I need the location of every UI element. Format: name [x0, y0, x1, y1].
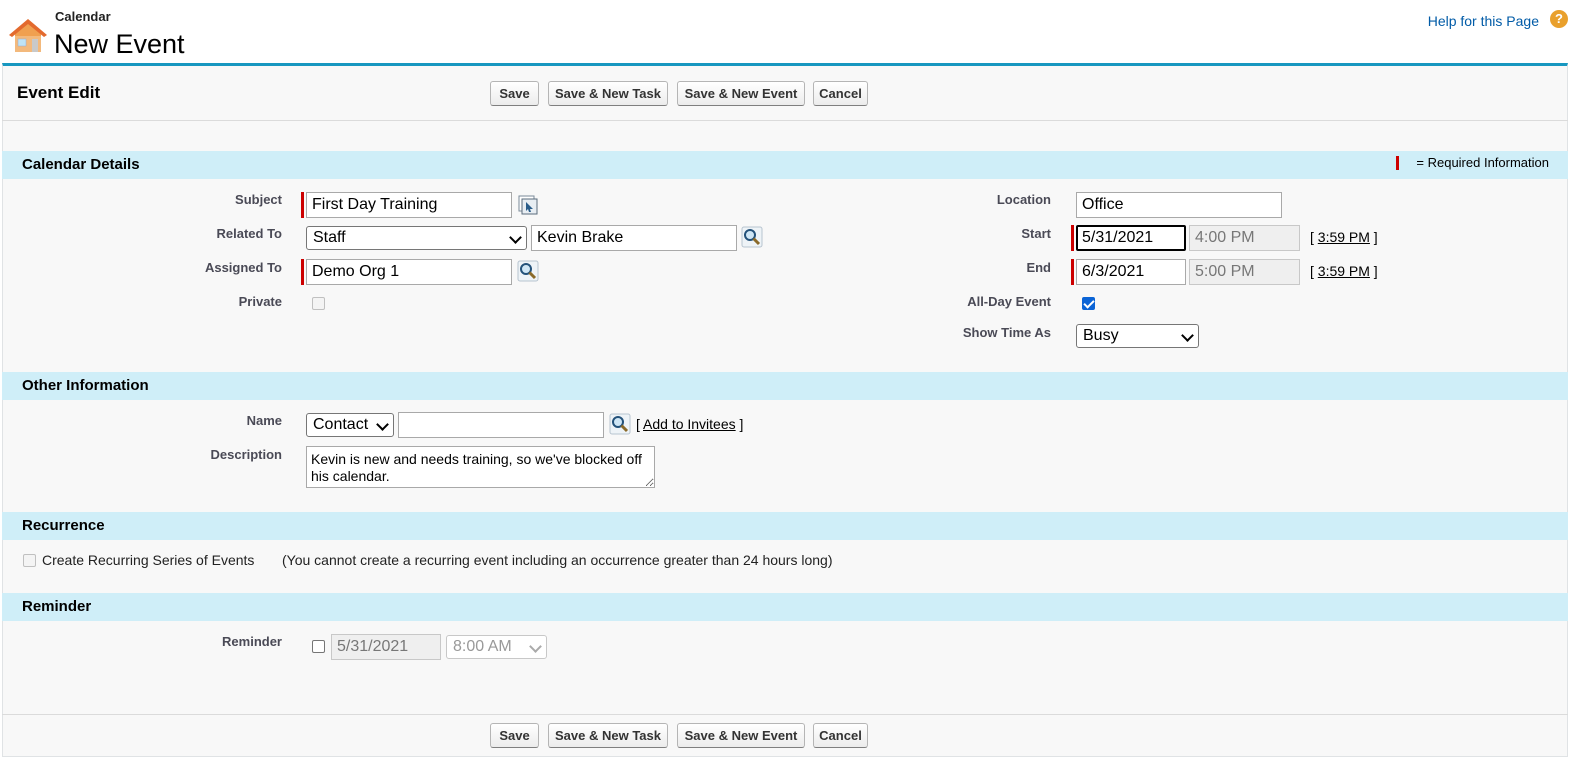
show-time-as-select[interactable]: Busy [1076, 324, 1199, 348]
name-type-value: Contact [313, 416, 369, 433]
section-recurrence: Recurrence [2, 512, 1568, 540]
lookup-icon[interactable] [741, 226, 763, 248]
start-now-link[interactable]: 3:59 PM [1318, 229, 1370, 245]
subject-label: Subject [235, 192, 282, 207]
chevron-down-icon [509, 231, 522, 244]
description-textarea[interactable]: Kevin is new and needs training, so we'v… [306, 446, 655, 488]
location-input[interactable]: Office [1076, 192, 1282, 218]
lookup-icon[interactable] [609, 413, 631, 435]
show-time-as-label: Show Time As [962, 325, 1051, 340]
related-to-label: Related To [216, 226, 283, 241]
description-label: Description [210, 447, 282, 462]
reminder-time-select[interactable]: 8:00 AM [446, 635, 547, 659]
related-to-input[interactable]: Kevin Brake [531, 225, 737, 251]
breadcrumb: Calendar [55, 9, 111, 24]
name-label: Name [246, 413, 282, 428]
end-now-link[interactable]: 3:59 PM [1318, 263, 1370, 279]
start-now-link-group: [ 3:59 PM ] [1310, 229, 1378, 245]
recurring-series-checkbox[interactable] [23, 554, 36, 567]
section-heading: Other Information [22, 377, 149, 394]
page-title: New Event [54, 29, 185, 59]
edit-title: Event Edit [17, 83, 101, 102]
private-label: Private [238, 294, 282, 309]
save-new-event-button-bottom[interactable]: Save & New Event [677, 723, 805, 748]
assigned-to-input[interactable]: Demo Org 1 [306, 259, 512, 285]
reminder-time-value: 8:00 AM [453, 638, 512, 655]
required-marker [301, 192, 304, 218]
end-time-input[interactable]: 5:00 PM [1189, 259, 1300, 285]
add-to-invitees-link[interactable]: Add to Invitees [643, 416, 736, 432]
required-marker [1071, 225, 1074, 251]
lookup-icon[interactable] [517, 260, 539, 282]
related-to-type-value: Staff [313, 229, 346, 246]
show-time-as-value: Busy [1083, 327, 1119, 344]
end-date-input[interactable]: 6/3/2021 [1076, 259, 1186, 285]
name-type-select[interactable]: Contact [306, 413, 394, 437]
cancel-button[interactable]: Cancel [813, 81, 868, 106]
chevron-down-icon [1181, 329, 1194, 342]
all-day-label: All-Day Event [967, 294, 1051, 309]
chevron-down-icon [529, 640, 542, 653]
reminder-label: Reminder [222, 634, 282, 649]
save-new-task-button[interactable]: Save & New Task [548, 81, 668, 106]
save-button-bottom[interactable]: Save [490, 723, 539, 748]
required-marker [1071, 259, 1074, 285]
section-other-information: Other Information [2, 372, 1568, 400]
add-invitees-group: [ Add to Invitees ] [636, 416, 743, 432]
section-reminder: Reminder [2, 593, 1568, 621]
section-heading: Reminder [22, 598, 92, 615]
subject-input[interactable]: First Day Training [306, 192, 512, 218]
required-info-text: = Required Information [1416, 155, 1549, 170]
divider [2, 120, 1568, 121]
chevron-down-icon [376, 418, 389, 431]
name-input[interactable] [398, 412, 604, 438]
save-new-event-button[interactable]: Save & New Event [677, 81, 805, 106]
reminder-date-input[interactable]: 5/31/2021 [331, 634, 441, 660]
start-label: Start [1021, 226, 1051, 241]
subject-combobox-icon[interactable] [517, 194, 539, 216]
private-checkbox[interactable] [312, 297, 325, 310]
section-calendar-details: Calendar Details [2, 151, 1568, 179]
reminder-checkbox[interactable] [312, 640, 325, 653]
calendar-home-icon [8, 16, 48, 56]
bracket-close: ] [739, 416, 744, 432]
section-heading: Recurrence [22, 517, 105, 534]
end-label: End [1026, 260, 1051, 275]
related-to-type-select[interactable]: Staff [306, 226, 527, 250]
save-new-task-button-bottom[interactable]: Save & New Task [548, 723, 668, 748]
cancel-button-bottom[interactable]: Cancel [813, 723, 868, 748]
divider [2, 714, 1568, 715]
help-link[interactable]: Help for this Page [1428, 13, 1539, 29]
required-marker [301, 259, 304, 285]
required-indicator [1396, 156, 1399, 170]
all-day-checkbox[interactable] [1082, 297, 1095, 310]
assigned-to-label: Assigned To [204, 260, 282, 275]
bracket-open: [ [636, 416, 640, 432]
save-button[interactable]: Save [490, 81, 539, 106]
section-heading: Calendar Details [22, 156, 140, 173]
recurring-series-label: Create Recurring Series of Events [42, 552, 255, 568]
help-icon[interactable]: ? [1550, 10, 1568, 28]
end-now-link-group: [ 3:59 PM ] [1310, 263, 1378, 279]
location-label: Location [996, 192, 1051, 207]
start-date-input[interactable]: 5/31/2021 [1076, 225, 1186, 251]
recurrence-note: (You cannot create a recurring event inc… [282, 552, 833, 568]
start-time-input[interactable]: 4:00 PM [1189, 225, 1300, 251]
